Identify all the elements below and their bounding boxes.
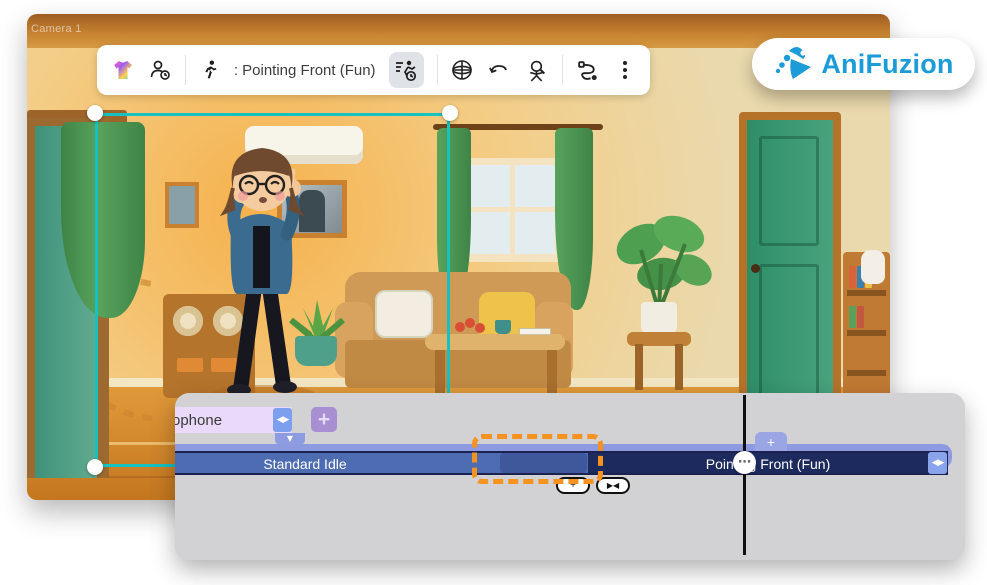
clip-trim-handle[interactable]: ◀▶ [928, 452, 947, 474]
shelf-board [847, 370, 886, 376]
globe-icon[interactable] [450, 57, 474, 83]
window-pane [470, 165, 510, 207]
more-icon[interactable] [614, 57, 636, 83]
clip-label: Standard Idle [245, 456, 365, 472]
book [849, 266, 856, 288]
anifuzion-logo-icon [773, 45, 815, 83]
insert-clip-tab[interactable]: + [755, 432, 787, 451]
app-window: Camera 1 [0, 0, 987, 585]
door-panel [759, 136, 819, 246]
cup [495, 320, 511, 334]
window-pane [470, 212, 510, 254]
outfit-icon[interactable] [111, 57, 135, 83]
shelf-board [847, 330, 886, 336]
table-book [519, 328, 551, 335]
window-pane [515, 165, 555, 207]
plant-pot [641, 302, 677, 336]
stool-leg [675, 344, 683, 390]
character-clock-icon[interactable] [148, 57, 172, 83]
selection-handle-top-right[interactable] [442, 105, 458, 121]
fruit [475, 323, 485, 333]
motion-label: : Pointing Front (Fun) [234, 62, 376, 79]
microphone-clip-label: ophone [175, 412, 222, 429]
toolbar-divider [437, 55, 438, 85]
window [463, 158, 563, 262]
scene-toolbar: : Pointing Front (Fun) [97, 45, 650, 95]
motion-path-icon[interactable] [576, 57, 601, 83]
motion-timeline-icon[interactable] [389, 52, 424, 88]
selection-handle-top-left[interactable] [87, 105, 103, 121]
clip-pointing-front[interactable]: Pointing Front (Fun) [588, 451, 948, 475]
fruit [455, 322, 465, 332]
camera-label: Camera 1 [31, 23, 82, 35]
window-pane [515, 212, 555, 254]
rotate-icon[interactable] [487, 57, 511, 83]
vase [861, 250, 885, 284]
door-panel [759, 264, 819, 414]
playhead[interactable] [743, 395, 746, 555]
door-knob [751, 264, 760, 273]
selection-handle-bottom-left[interactable] [87, 459, 103, 475]
segment-selection-outline [472, 434, 603, 484]
character-zoom-icon[interactable] [524, 57, 549, 83]
monstera-leaves [601, 204, 721, 314]
book [857, 306, 864, 328]
shelf-board [847, 290, 886, 296]
logo-text: AniFuzion [821, 49, 953, 80]
clip-options-button[interactable]: ⋯ [733, 451, 756, 474]
toolbar-divider [562, 55, 563, 85]
book [849, 306, 856, 328]
clip-label: Pointing Front (Fun) [588, 456, 948, 472]
clip-trim-handle[interactable]: ◀▶ [273, 408, 292, 432]
run-motion-icon[interactable] [199, 57, 221, 83]
anifuzion-logo: AniFuzion [752, 38, 975, 90]
toolbar-divider [185, 55, 186, 85]
fruit [465, 318, 475, 328]
stool-leg [635, 344, 643, 390]
timeline-panel: ophone ◀▶ + ▼ Standard Idle Pointing Fro… [175, 393, 965, 560]
add-track-button[interactable]: + [311, 407, 337, 432]
